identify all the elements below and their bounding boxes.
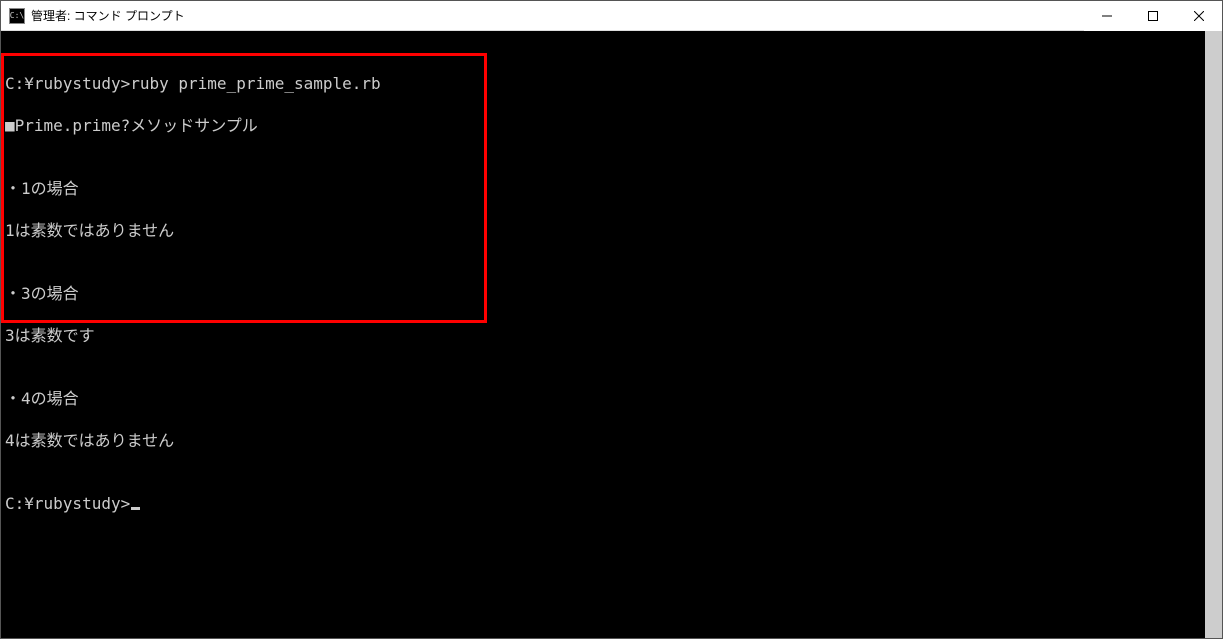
minimize-icon (1102, 11, 1112, 21)
maximize-button[interactable] (1130, 1, 1176, 31)
terminal-prompt-line: C:¥rubystudy> (1, 493, 1205, 514)
cursor-icon (131, 507, 140, 510)
close-icon (1194, 11, 1204, 21)
terminal-line: ・4の場合 (1, 388, 1205, 409)
terminal-line: 1は素数ではありません (1, 220, 1205, 241)
close-button[interactable] (1176, 1, 1222, 31)
terminal-area: C:¥rubystudy>ruby prime_prime_sample.rb … (1, 31, 1222, 638)
cmd-icon: C:\ (9, 8, 25, 24)
terminal-line: ・3の場合 (1, 283, 1205, 304)
titlebar[interactable]: C:\ 管理者: コマンド プロンプト (1, 1, 1222, 31)
terminal-output[interactable]: C:¥rubystudy>ruby prime_prime_sample.rb … (1, 31, 1205, 638)
terminal-line: ■Prime.prime?メソッドサンプル (1, 115, 1205, 136)
terminal-prompt: C:¥rubystudy> (5, 494, 130, 513)
terminal-line: 4は素数ではありません (1, 430, 1205, 451)
terminal-line: ・1の場合 (1, 178, 1205, 199)
terminal-line: 3は素数です (1, 325, 1205, 346)
scrollbar-thumb[interactable] (1205, 31, 1222, 638)
terminal-line: C:¥rubystudy>ruby prime_prime_sample.rb (1, 73, 1205, 94)
command-prompt-window: C:\ 管理者: コマンド プロンプト C:¥rubystudy>ruby pr… (0, 0, 1223, 639)
cmd-icon-label: C:\ (10, 12, 24, 20)
minimize-button[interactable] (1084, 1, 1130, 31)
vertical-scrollbar[interactable] (1205, 31, 1222, 638)
window-title: 管理者: コマンド プロンプト (31, 7, 185, 24)
maximize-icon (1148, 11, 1158, 21)
